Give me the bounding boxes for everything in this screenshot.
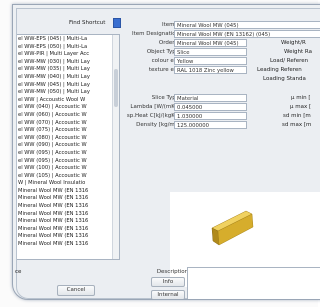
leading-standard-label: Loading Standa: [263, 76, 306, 82]
info-button[interactable]: Info: [151, 277, 185, 287]
load-reference-label: Load/ Referen: [270, 58, 309, 64]
mu-min-label: μ min [: [291, 95, 311, 101]
list-item[interactable]: el WW-MW (045) | Multi Lay: [17, 82, 113, 90]
list-item[interactable]: el WW-MW (040) | Multi Lay: [17, 74, 113, 82]
list-item[interactable]: Mineral Wool MW (EN 1316: [17, 211, 113, 219]
specific-heat-field[interactable]: 1.030000: [174, 112, 247, 120]
mu-max-label: μ max [: [290, 104, 312, 110]
list-item[interactable]: el WW-EPS (050) | Multi-La: [17, 44, 113, 52]
lambda-field[interactable]: 0.045000: [174, 103, 247, 111]
list-item[interactable]: el WW (080) | Accoustic W: [17, 135, 113, 143]
item-field[interactable]: Mineral Wool MW (045): [174, 21, 320, 29]
list-item[interactable]: Mineral Wool MW (EN 1316: [17, 233, 113, 241]
order-field[interactable]: Mineral Wool MW (045): [174, 39, 247, 47]
list-item[interactable]: el WW (040) | Accoustic W: [17, 104, 113, 112]
shortcut-list[interactable]: el WW-EPS (045) | Multi-La el WW-EPS (050…: [17, 34, 120, 260]
list-item[interactable]: el WW (095) | Accoustic W: [17, 150, 113, 158]
list-item[interactable]: el WW (100) | Accoustic W: [17, 165, 113, 173]
sd-max-label: sd max [m: [282, 122, 312, 128]
list-item[interactable]: el WW (095) | Accoustic W: [17, 158, 113, 166]
list-item[interactable]: el WW (060) | Accoustic W: [17, 112, 113, 120]
colour-field[interactable]: Yellow: [174, 57, 247, 65]
texture-field[interactable]: RAL 1018 Zinc yellow: [174, 66, 247, 74]
list-item[interactable]: Mineral Wool MW (EN 1316: [17, 203, 113, 211]
find-shortcut-label: Find Shortcut: [69, 20, 106, 26]
cancel-button[interactable]: Cancel: [57, 285, 95, 296]
find-shortcut-input[interactable]: [113, 18, 121, 28]
weight-label: Weight/R: [281, 40, 306, 46]
description-label: Description:: [156, 269, 190, 275]
list-item[interactable]: el WW | Accoustic Wool W: [17, 97, 113, 105]
dialog-window: Find Shortcut el WW-EPS (045) | Multi-La…: [12, 4, 320, 300]
list-item[interactable]: el WW-MW (030) | Multi Lay: [17, 59, 113, 67]
object-type-field[interactable]: Slice: [174, 48, 247, 56]
list-item[interactable]: el WW-MW (035) | Multi Lay: [17, 66, 113, 74]
list-item[interactable]: el WW-EPS (045) | Multi-La: [17, 36, 113, 44]
list-item[interactable]: Mineral Wool MW (EN 1316: [17, 226, 113, 234]
sd-min-label: sd min [m: [283, 113, 311, 119]
designation-field[interactable]: Mineral Wool MW (EN 13162) (045): [174, 30, 320, 38]
list-item[interactable]: Mineral Wool MW (EN 1316: [17, 218, 113, 226]
weight-ratio-label: Weight Ra: [284, 49, 312, 55]
list-item[interactable]: el WW (090) | Accoustic W: [17, 142, 113, 150]
list-item[interactable]: Mineral Wool MW (EN 1316: [17, 195, 113, 203]
list-item[interactable]: Mineral Wool MW (EN 1316: [17, 188, 113, 196]
list-scrollbar-thumb[interactable]: [114, 69, 118, 107]
list-item[interactable]: el WW (075) | Accoustic W: [17, 127, 113, 135]
bottom-label: ce: [15, 269, 22, 275]
list-item[interactable]: el WW-MW (050) | Multi Lay: [17, 89, 113, 97]
list-item[interactable]: el WW-PIR | Multi Layer Acc: [17, 51, 113, 59]
list-item[interactable]: W | Mineral Wool Insulatio: [17, 180, 113, 188]
dialog-body: Find Shortcut el WW-EPS (045) | Multi-La…: [15, 8, 320, 299]
specific-heat-label: sp.Heat C[kJ/(kgK)]:: [126, 113, 181, 119]
leading-reference-label: Leading Referen: [257, 67, 302, 73]
internal-button[interactable]: Internal: [151, 290, 185, 299]
list-item[interactable]: el WW (070) | Accoustic W: [17, 120, 113, 128]
slice-type-field[interactable]: Material: [174, 94, 247, 102]
list-scrollbar[interactable]: [112, 35, 119, 259]
description-field[interactable]: [187, 267, 320, 299]
list-item[interactable]: Mineral Wool MW (EN 1316: [17, 241, 113, 249]
density-field[interactable]: 125.000000: [174, 121, 247, 129]
list-item[interactable]: el WW (105) | Accoustic W: [17, 173, 113, 181]
